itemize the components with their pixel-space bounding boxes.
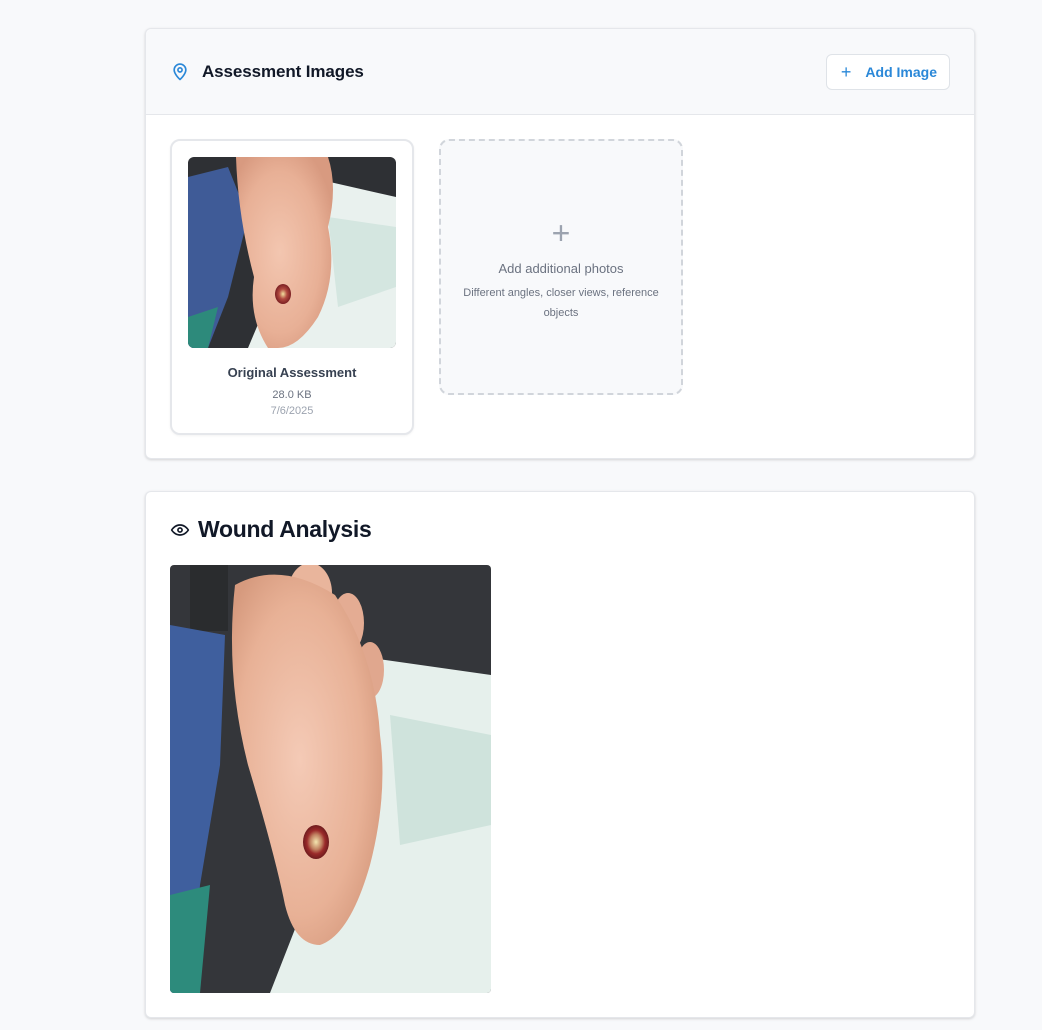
add-image-label: Add Image — [865, 63, 937, 80]
image-date: 7/6/2025 — [270, 405, 314, 417]
wound-analysis-card: Wound Analysis — [145, 491, 975, 1018]
add-image-button[interactable]: + Add Image — [825, 53, 950, 90]
assessment-images-header: Assessment Images + Add Image — [146, 29, 974, 115]
add-photos-title: Add additional photos — [498, 261, 624, 276]
eye-icon — [170, 520, 190, 540]
add-photos-description: Different angles, closer views, referenc… — [463, 287, 659, 319]
section-title: Assessment Images — [202, 61, 364, 81]
wound-analysis-header: Wound Analysis — [170, 516, 372, 543]
images-grid: Original Assessment 28.0 KB 7/6/2025 + A… — [146, 115, 974, 459]
map-pin-icon — [170, 62, 190, 82]
wound-analysis-image[interactable] — [170, 565, 491, 993]
add-photos-tile[interactable]: + Add additional photos Different angles… — [439, 139, 683, 395]
assessment-images-card: Assessment Images + Add Image Original A… — [145, 28, 975, 459]
wound-thumbnail[interactable] — [188, 157, 396, 348]
plus-icon: + — [840, 61, 852, 82]
image-title: Original Assessment — [227, 365, 357, 380]
wound-analysis-title: Wound Analysis — [198, 516, 372, 542]
plus-icon: + — [551, 215, 571, 251]
image-size: 28.0 KB — [272, 389, 312, 401]
image-card[interactable]: Original Assessment 28.0 KB 7/6/2025 — [170, 139, 414, 435]
